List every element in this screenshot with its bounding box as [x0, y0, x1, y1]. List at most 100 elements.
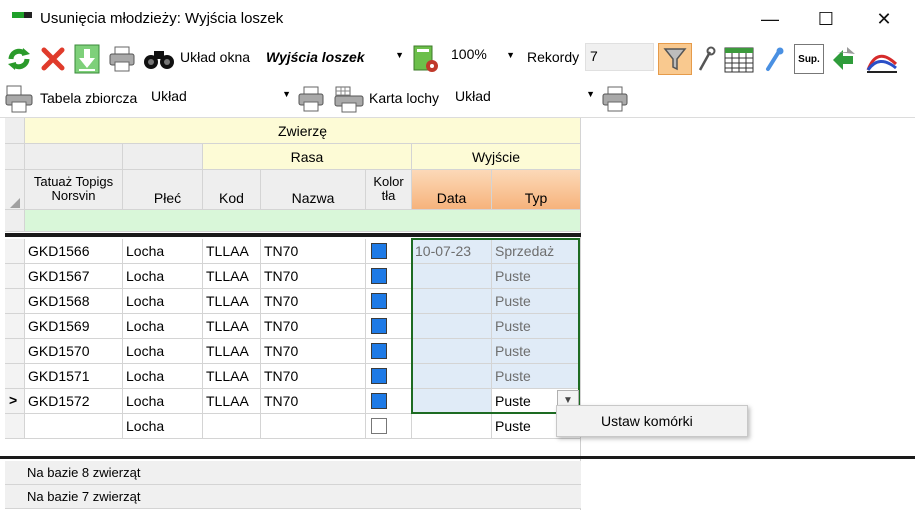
cell-name[interactable]: TN70	[261, 339, 366, 364]
cell-name[interactable]: TN70	[261, 389, 366, 414]
column-header-bgcolor[interactable]: Kolor tła	[366, 170, 412, 210]
new-row-tattoo[interactable]	[25, 414, 123, 439]
row-header[interactable]	[5, 239, 25, 264]
context-menu-item-set-cells[interactable]: Ustaw komórki	[601, 413, 693, 429]
row-header[interactable]	[5, 339, 25, 364]
sow-card-layout-value: Układ	[455, 88, 491, 104]
sow-card-print-icon[interactable]	[332, 84, 366, 114]
color-swatch[interactable]	[371, 293, 387, 309]
cell-bgcolor[interactable]	[366, 314, 412, 339]
cell-name[interactable]: TN70	[261, 314, 366, 339]
cell-code[interactable]: TLLAA	[203, 289, 261, 314]
zoom-select[interactable]: 100% ▼	[444, 42, 520, 68]
cell-tattoo[interactable]: GKD1570	[25, 339, 123, 364]
cell-sex[interactable]: Locha	[123, 339, 203, 364]
sup-icon[interactable]: Sup.	[794, 44, 824, 74]
new-row-date[interactable]	[412, 414, 492, 439]
cell-code[interactable]: TLLAA	[203, 264, 261, 289]
binoculars-icon[interactable]	[142, 45, 176, 73]
cell-name[interactable]: TN70	[261, 364, 366, 389]
cell-bgcolor[interactable]	[366, 389, 412, 414]
cell-code[interactable]: TLLAA	[203, 389, 261, 414]
color-swatch[interactable]	[371, 343, 387, 359]
chevron-down-icon: ▼	[282, 89, 291, 99]
cell-code[interactable]: TLLAA	[203, 364, 261, 389]
grid-corner	[5, 118, 25, 144]
cell-code[interactable]: TLLAA	[203, 339, 261, 364]
app-icon	[12, 12, 32, 18]
layout-settings-icon[interactable]	[411, 43, 441, 75]
row-header[interactable]	[5, 314, 25, 339]
calendar-icon[interactable]	[722, 43, 756, 75]
summary-layout-select[interactable]: Układ ▼	[144, 84, 296, 110]
cell-tattoo[interactable]: GKD1566	[25, 239, 123, 264]
new-row-bgcolor[interactable]	[366, 414, 412, 439]
cell-tattoo[interactable]: GKD1567	[25, 264, 123, 289]
cell-sex[interactable]: Locha	[123, 239, 203, 264]
row-header[interactable]	[5, 364, 25, 389]
print-icon[interactable]	[106, 44, 138, 74]
close-button[interactable]: ✕	[861, 0, 907, 38]
refresh-icon[interactable]	[4, 44, 34, 74]
title-bar: Usunięcia młodzieży: Wyjścia loszek — ☐ …	[0, 0, 915, 38]
color-swatch[interactable]	[371, 268, 387, 284]
cell-sex[interactable]: Locha	[123, 264, 203, 289]
cell-tattoo[interactable]: GKD1571	[25, 364, 123, 389]
curve-icon[interactable]	[864, 43, 900, 75]
color-swatch[interactable]	[371, 318, 387, 334]
cell-tattoo[interactable]: GKD1572	[25, 389, 123, 414]
column-header-date[interactable]: Data	[412, 170, 492, 210]
column-header-type[interactable]: Typ	[492, 170, 581, 210]
pipette-icon[interactable]	[760, 44, 788, 74]
import-icon[interactable]	[72, 43, 102, 75]
cell-name[interactable]: TN70	[261, 239, 366, 264]
color-swatch-empty[interactable]	[371, 418, 387, 434]
footer-summary-2: Na bazie 7 zwierząt	[5, 485, 581, 509]
print-icon[interactable]	[600, 84, 630, 114]
cell-name[interactable]: TN70	[261, 264, 366, 289]
filter-row[interactable]	[25, 210, 581, 232]
cell-bgcolor[interactable]	[366, 289, 412, 314]
current-row-marker[interactable]: >	[5, 389, 25, 414]
cell-bgcolor[interactable]	[366, 339, 412, 364]
new-row-sex[interactable]: Locha	[123, 414, 203, 439]
window-title: Usunięcia młodzieży: Wyjścia loszek	[40, 10, 284, 27]
filter-icon[interactable]	[658, 43, 692, 75]
column-header-sex[interactable]: Płeć	[123, 170, 203, 210]
column-header-code[interactable]: Kod	[203, 170, 261, 210]
print-icon[interactable]	[296, 84, 326, 114]
cell-sex[interactable]: Locha	[123, 314, 203, 339]
color-swatch[interactable]	[371, 243, 387, 259]
sow-card-layout-select[interactable]: Układ ▼	[448, 84, 600, 110]
cell-code[interactable]: TLLAA	[203, 314, 261, 339]
cell-sex[interactable]: Locha	[123, 389, 203, 414]
transfer-icon[interactable]	[828, 43, 860, 75]
new-row-name[interactable]	[261, 414, 366, 439]
cell-name[interactable]: TN70	[261, 289, 366, 314]
group-header-animal: Zwierzę	[25, 118, 581, 144]
cell-sex[interactable]: Locha	[123, 364, 203, 389]
cell-bgcolor[interactable]	[366, 364, 412, 389]
row-header[interactable]	[5, 264, 25, 289]
cell-tattoo[interactable]: GKD1568	[25, 289, 123, 314]
header-blank-sex	[123, 144, 203, 170]
cell-sex[interactable]: Locha	[123, 289, 203, 314]
wrench-icon[interactable]	[694, 44, 718, 74]
new-row-code[interactable]	[203, 414, 261, 439]
cell-bgcolor[interactable]	[366, 264, 412, 289]
row-header[interactable]	[5, 289, 25, 314]
minimize-button[interactable]: —	[747, 0, 793, 38]
layout-select[interactable]: Wyjścia loszek ▼	[259, 45, 409, 71]
color-swatch[interactable]	[371, 368, 387, 384]
cell-tattoo[interactable]: GKD1569	[25, 314, 123, 339]
layout-select-value: Wyjścia loszek	[266, 49, 365, 65]
cell-bgcolor[interactable]	[366, 239, 412, 264]
column-header-tattoo[interactable]: Tatuaż Topigs Norsvin	[25, 170, 123, 210]
color-swatch[interactable]	[371, 393, 387, 409]
summary-print-icon[interactable]	[3, 84, 35, 114]
delete-icon[interactable]	[38, 44, 68, 74]
column-header-name[interactable]: Nazwa	[261, 170, 366, 210]
maximize-button[interactable]: ☐	[803, 0, 849, 38]
main-toolbar: Układ okna Wyjścia loszek ▼ 100% ▼ Rekor…	[0, 38, 915, 78]
cell-code[interactable]: TLLAA	[203, 239, 261, 264]
